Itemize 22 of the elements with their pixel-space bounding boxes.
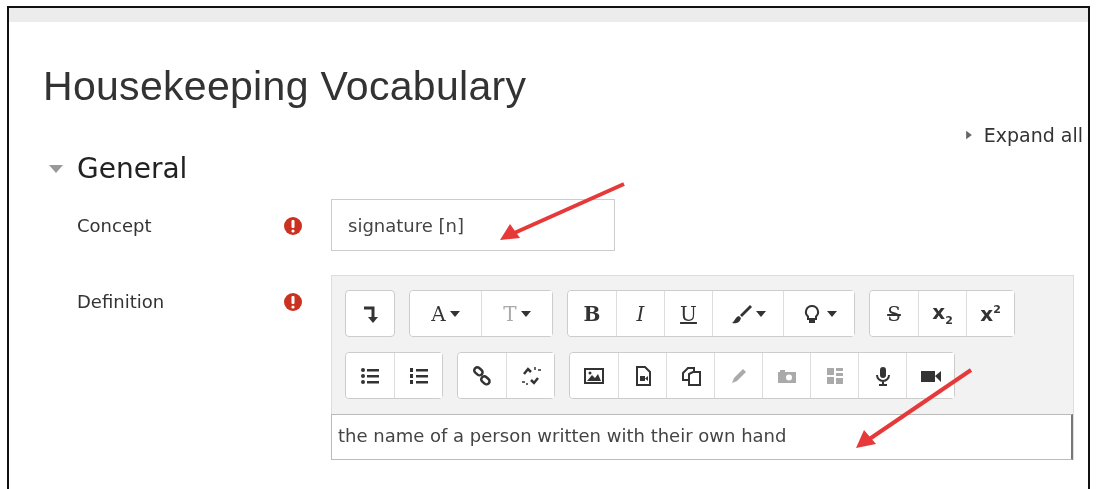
field-label: Concept bbox=[77, 214, 153, 236]
toolbar-button[interactable] bbox=[506, 353, 554, 398]
toolbar-button[interactable] bbox=[906, 353, 954, 398]
concept-field[interactable]: signature [n] bbox=[331, 199, 615, 251]
expand-all-link[interactable]: Expand all bbox=[961, 124, 1083, 146]
page-title: Housekeeping Vocabulary bbox=[43, 63, 528, 110]
caret-icon bbox=[449, 310, 460, 317]
field-label: Definition bbox=[77, 290, 166, 312]
section-title: General bbox=[77, 152, 188, 185]
broken-link-icon bbox=[519, 364, 542, 387]
copy-icon bbox=[679, 364, 702, 387]
toolbar-button[interactable] bbox=[783, 291, 854, 336]
link-icon bbox=[471, 364, 493, 387]
text-area[interactable]: the name of a person written with their own hand bbox=[331, 414, 1073, 460]
brush-icon bbox=[730, 302, 752, 325]
superscript-button[interactable]: x$^{2}$ bbox=[966, 291, 1014, 336]
caret-icon bbox=[827, 310, 837, 317]
caret-icon bbox=[756, 310, 766, 317]
toolbar-button[interactable] bbox=[345, 290, 395, 337]
toolbar-button[interactable] bbox=[394, 353, 442, 398]
caret-icon[interactable] bbox=[49, 163, 63, 174]
caret-icon bbox=[520, 310, 531, 317]
